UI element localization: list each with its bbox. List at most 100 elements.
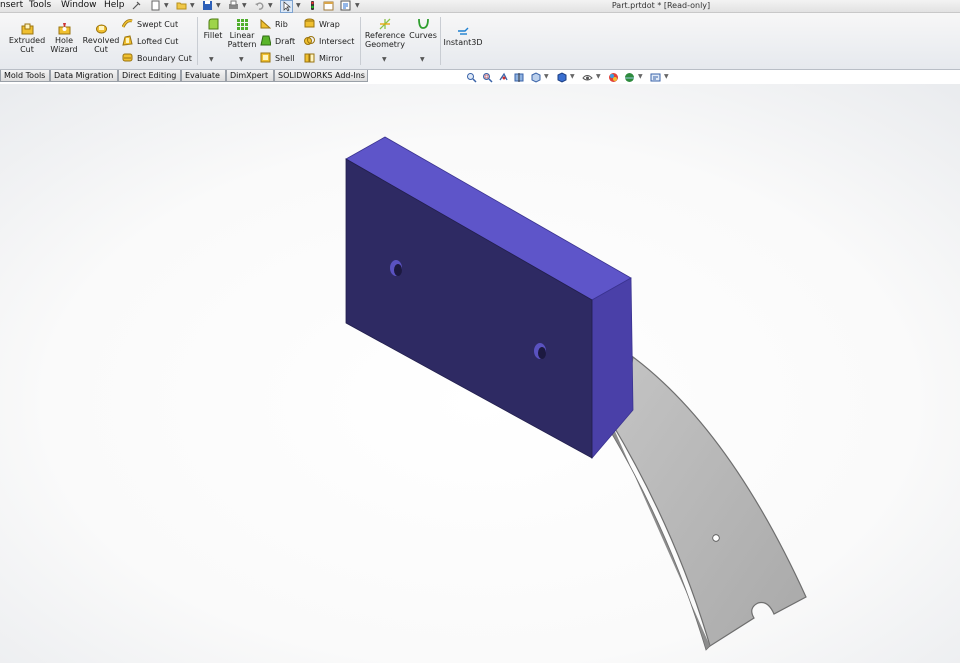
- file-properties-icon[interactable]: [323, 0, 334, 11]
- lofted-cut-icon: [122, 35, 133, 46]
- reference-geometry-label: Reference Geometry: [364, 31, 406, 49]
- linear-pattern-button[interactable]: Linear Pattern: [227, 18, 257, 49]
- linear-pattern-icon: [236, 19, 248, 30]
- undo-dropdown-icon[interactable]: ▼: [268, 0, 273, 11]
- curves-button[interactable]: Curves: [409, 18, 437, 40]
- revolved-cut-icon: [95, 24, 107, 34]
- previous-view-icon[interactable]: [498, 72, 509, 83]
- graphics-viewport[interactable]: [0, 84, 960, 663]
- command-manager-ribbon: Extruded Cut Hole Wizard Revolved Cut Sw…: [0, 13, 960, 70]
- tab-solidworks-add-ins[interactable]: SOLIDWORKS Add-Ins: [274, 70, 368, 82]
- reference-geometry-icon: [379, 18, 390, 30]
- instant3d-label: Instant3D: [443, 38, 483, 47]
- mirror-label: Mirror: [319, 54, 343, 63]
- zoom-to-area-icon[interactable]: [482, 72, 493, 83]
- mirror-button[interactable]: Mirror: [304, 52, 343, 66]
- open-folder-icon[interactable]: [176, 0, 187, 11]
- rib-label: Rib: [275, 20, 288, 29]
- instant3d-icon: [457, 27, 468, 35]
- apply-scene-icon[interactable]: [624, 72, 635, 83]
- intersect-button[interactable]: Intersect: [304, 35, 354, 49]
- tab-mold-tools[interactable]: Mold Tools: [0, 70, 50, 82]
- ribbon-separator: [197, 17, 198, 65]
- reference-geometry-dropdown-icon[interactable]: ▼: [382, 56, 387, 63]
- fillet-button[interactable]: Fillet: [201, 18, 225, 40]
- select-dropdown-icon[interactable]: ▼: [296, 0, 301, 11]
- draft-icon: [260, 35, 271, 46]
- fillet-label: Fillet: [203, 31, 223, 40]
- curves-dropdown-icon[interactable]: ▼: [420, 56, 425, 63]
- linear-pattern-label: Linear Pattern: [227, 31, 257, 49]
- swept-cut-label: Swept Cut: [137, 20, 179, 29]
- menu-help[interactable]: Help: [104, 0, 125, 12]
- new-document-icon[interactable]: [150, 0, 161, 11]
- wrap-icon: [304, 18, 315, 28]
- lofted-cut-label: Lofted Cut: [137, 37, 179, 46]
- hole-wizard-icon: [58, 23, 70, 35]
- hide-show-items-icon[interactable]: [582, 72, 593, 83]
- section-view-icon[interactable]: [514, 72, 525, 83]
- display-style-icon[interactable]: [556, 72, 567, 83]
- fillet-dropdown-icon[interactable]: ▼: [209, 56, 214, 63]
- menu-insert[interactable]: nsert: [0, 0, 23, 12]
- apply-scene-dropdown-icon[interactable]: ▼: [638, 73, 643, 80]
- rib-icon: [260, 18, 271, 29]
- draft-label: Draft: [275, 37, 296, 46]
- shell-button[interactable]: Shell: [260, 52, 295, 66]
- hide-show-dropdown-icon[interactable]: ▼: [596, 73, 601, 80]
- instant3d-button[interactable]: Instant3D: [443, 25, 483, 47]
- ribbon-separator: [440, 17, 441, 65]
- rib-button[interactable]: Rib: [260, 18, 288, 32]
- options-icon[interactable]: [340, 0, 351, 11]
- revolved-cut-button[interactable]: Revolved Cut: [82, 23, 120, 54]
- zoom-to-fit-icon[interactable]: [466, 72, 477, 83]
- menu-bar: nsert Tools Window Help ▼ ▼ ▼ ▼ ▼ ▼ ▼ Pa…: [0, 0, 960, 13]
- draft-button[interactable]: Draft: [260, 35, 295, 49]
- tab-direct-editing[interactable]: Direct Editing: [118, 70, 181, 82]
- tab-evaluate[interactable]: Evaluate: [181, 70, 226, 82]
- swept-cut-button[interactable]: Swept Cut: [122, 18, 178, 32]
- tab-data-migration[interactable]: Data Migration: [50, 70, 118, 82]
- intersect-label: Intersect: [319, 37, 355, 46]
- print-dropdown-icon[interactable]: ▼: [242, 0, 247, 11]
- display-style-dropdown-icon[interactable]: ▼: [570, 73, 575, 80]
- view-settings-icon[interactable]: [650, 72, 661, 83]
- new-dropdown-icon[interactable]: ▼: [164, 0, 169, 11]
- pattern-dropdown-icon[interactable]: ▼: [239, 56, 244, 63]
- curves-icon: [417, 18, 429, 29]
- hole-wizard-button[interactable]: Hole Wizard: [48, 23, 80, 54]
- save-dropdown-icon[interactable]: ▼: [216, 0, 221, 11]
- menu-tools[interactable]: Tools: [29, 0, 51, 12]
- curves-label: Curves: [409, 31, 437, 40]
- shell-label: Shell: [275, 54, 295, 63]
- boundary-cut-icon: [122, 53, 133, 62]
- options-dropdown-icon[interactable]: ▼: [355, 0, 360, 11]
- save-icon[interactable]: [202, 0, 213, 11]
- select-arrow-icon[interactable]: [280, 0, 293, 13]
- pin-icon[interactable]: [131, 0, 142, 11]
- lofted-cut-button[interactable]: Lofted Cut: [122, 35, 178, 49]
- view-orientation-dropdown-icon[interactable]: ▼: [544, 73, 549, 80]
- wrap-button[interactable]: Wrap: [304, 18, 340, 32]
- view-settings-dropdown-icon[interactable]: ▼: [664, 73, 669, 80]
- reference-geometry-button[interactable]: Reference Geometry: [364, 18, 406, 49]
- extruded-cut-button[interactable]: Extruded Cut: [8, 23, 46, 54]
- rebuild-icon[interactable]: [307, 0, 318, 11]
- mirror-icon: [304, 53, 315, 63]
- extruded-cut-icon: [21, 23, 33, 35]
- swept-cut-icon: [122, 19, 133, 28]
- boundary-cut-button[interactable]: Boundary Cut: [122, 52, 192, 66]
- intersect-icon: [304, 36, 315, 45]
- fillet-icon: [208, 18, 218, 30]
- boundary-cut-label: Boundary Cut: [137, 54, 192, 63]
- menu-window[interactable]: Window: [61, 0, 97, 12]
- view-orientation-icon[interactable]: [530, 72, 541, 83]
- edit-appearance-icon[interactable]: [608, 72, 619, 83]
- revolved-cut-label: Revolved Cut: [82, 36, 120, 54]
- print-icon[interactable]: [228, 0, 239, 11]
- shell-icon: [260, 52, 271, 63]
- open-dropdown-icon[interactable]: ▼: [190, 0, 195, 11]
- undo-icon[interactable]: [254, 0, 265, 11]
- model-view[interactable]: [0, 84, 960, 663]
- tab-dimxpert[interactable]: DimXpert: [226, 70, 274, 82]
